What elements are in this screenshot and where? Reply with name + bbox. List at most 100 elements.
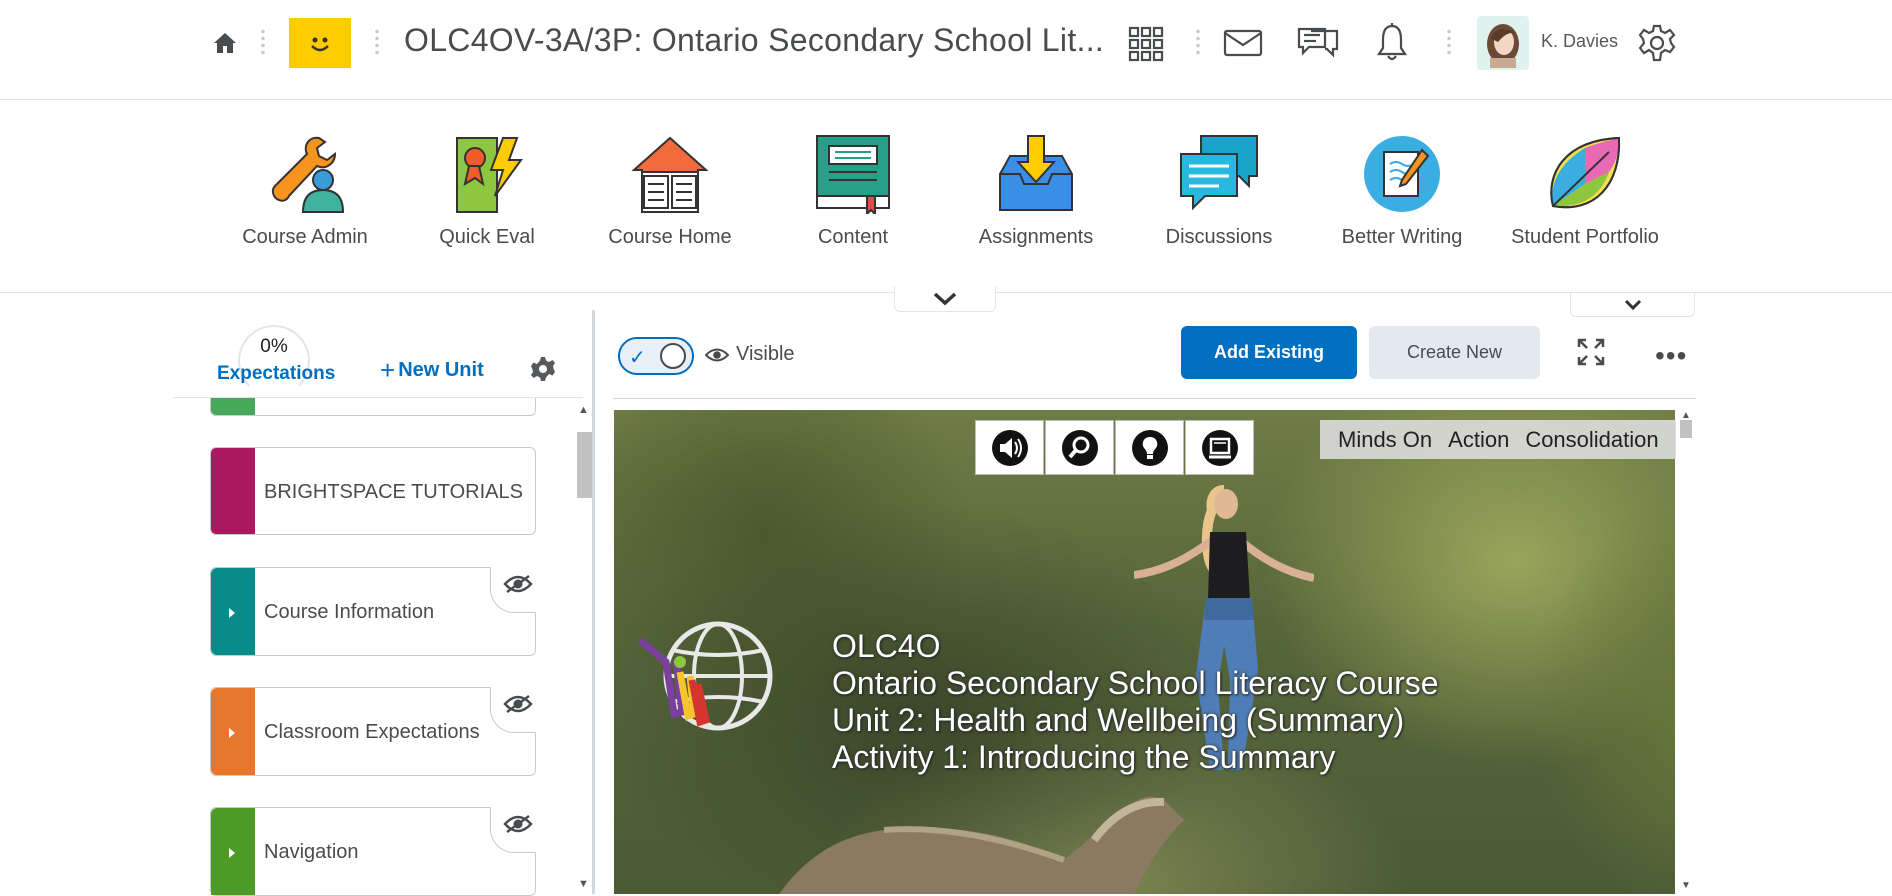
lesson-phase-nav: Minds On Action Consolidation bbox=[1320, 420, 1677, 459]
visibility-toggle[interactable]: ✓ bbox=[618, 337, 694, 375]
lesson-title: OLC4O Ontario Secondary School Literacy … bbox=[832, 628, 1439, 776]
navbar-collapse-toggle[interactable] bbox=[894, 286, 996, 312]
nav-course-admin[interactable]: Course Admin bbox=[220, 134, 390, 249]
avatar[interactable] bbox=[1477, 16, 1529, 70]
ribbon-lightning-icon bbox=[456, 137, 523, 213]
activity-name-text: Activity 1: Introducing the Summary bbox=[832, 739, 1336, 775]
globe-logo bbox=[637, 621, 773, 731]
speaker-icon bbox=[991, 429, 1028, 466]
scrollbar-thumb[interactable] bbox=[577, 432, 593, 498]
log-image bbox=[779, 796, 1184, 894]
unit-card-brightspace-tutorials[interactable]: BRIGHTSPACE TUTORIALS bbox=[210, 447, 536, 535]
chevron-down-icon bbox=[933, 292, 957, 305]
lightbulb-icon bbox=[1131, 429, 1168, 466]
org-logo[interactable] bbox=[289, 18, 351, 68]
nav-label: Student Portfolio bbox=[1511, 226, 1659, 248]
audio-button[interactable] bbox=[975, 420, 1044, 475]
eye-slash-icon[interactable] bbox=[503, 574, 533, 599]
unit-name-text: Unit 2: Health and Wellbeing (Summary) bbox=[832, 702, 1405, 738]
course-navbar: Course Admin Quick Eval Course Home Cont… bbox=[0, 100, 1892, 293]
nav-quick-eval[interactable]: Quick Eval bbox=[402, 134, 572, 249]
expand-arrow-icon[interactable] bbox=[229, 608, 235, 618]
visibility-status: Visible bbox=[705, 343, 795, 366]
wrench-person-icon bbox=[271, 136, 345, 213]
mail-icon[interactable] bbox=[1222, 28, 1264, 58]
unit-title: Course Information bbox=[264, 601, 435, 623]
username[interactable]: K. Davies bbox=[1541, 31, 1618, 52]
apps-grid-icon[interactable] bbox=[1126, 24, 1166, 64]
nav-label: Assignments bbox=[978, 226, 1094, 248]
chevron-down-icon bbox=[1624, 299, 1641, 310]
unit-title: Classroom Expectations bbox=[264, 721, 480, 743]
chat-bubbles-icon bbox=[1180, 135, 1258, 211]
nav-content[interactable]: Content bbox=[768, 134, 938, 249]
nav-course-home[interactable]: Course Home bbox=[585, 134, 755, 249]
unit-title: BRIGHTSPACE TUTORIALS bbox=[264, 481, 523, 503]
expectations-link[interactable]: Expectations bbox=[217, 363, 335, 385]
nav-student-portfolio[interactable]: Student Portfolio bbox=[1500, 134, 1670, 249]
unit-card-navigation[interactable]: Navigation bbox=[210, 807, 536, 896]
tip-button[interactable] bbox=[1115, 420, 1184, 475]
expand-arrow-icon[interactable] bbox=[229, 848, 235, 858]
search-button[interactable] bbox=[1045, 420, 1114, 475]
plus-icon: + bbox=[380, 355, 396, 385]
house-book-icon bbox=[631, 136, 709, 213]
add-existing-button[interactable]: Add Existing bbox=[1181, 326, 1357, 379]
panel-settings-gear-icon[interactable] bbox=[530, 356, 556, 387]
settings-gear-icon[interactable] bbox=[1637, 23, 1677, 63]
unit-card-classroom-expectations[interactable]: Classroom Expectations bbox=[210, 687, 536, 776]
course-code-text: OLC4O bbox=[832, 628, 941, 664]
inbox-arrow-icon bbox=[999, 135, 1073, 211]
eye-slash-icon[interactable] bbox=[503, 694, 533, 719]
course-title[interactable]: OLC4OV-3A/3P: Ontario Secondary School L… bbox=[404, 22, 1104, 59]
eye-slash-icon[interactable] bbox=[503, 814, 533, 839]
check-icon: ✓ bbox=[629, 347, 646, 369]
nav-label: Discussions bbox=[1165, 226, 1273, 248]
create-new-button[interactable]: Create New bbox=[1369, 326, 1540, 379]
separator bbox=[261, 28, 265, 58]
eye-icon bbox=[705, 348, 729, 361]
phase-consolidation[interactable]: Consolidation bbox=[1525, 427, 1658, 453]
unit-color-bar bbox=[211, 398, 255, 415]
frame-scrollbar[interactable]: ▲ ▼ bbox=[1676, 410, 1696, 894]
nav-discussions[interactable]: Discussions bbox=[1134, 134, 1304, 249]
progress-percent: 0% bbox=[260, 336, 288, 357]
fullscreen-icon[interactable] bbox=[1577, 338, 1605, 371]
visible-label: Visible bbox=[736, 343, 795, 365]
new-unit-button[interactable]: + New Unit bbox=[380, 355, 484, 386]
separator bbox=[375, 28, 379, 58]
chat-icon[interactable] bbox=[1296, 22, 1340, 62]
home-icon[interactable] bbox=[210, 28, 240, 58]
top-navbar: OLC4OV-3A/3P: Ontario Secondary School L… bbox=[0, 0, 1892, 100]
nav-better-writing[interactable]: Better Writing bbox=[1317, 134, 1487, 249]
notepad-pen-icon bbox=[1364, 136, 1440, 212]
book-icon bbox=[816, 135, 890, 214]
nav-assignments[interactable]: Assignments bbox=[951, 134, 1121, 249]
unit-card-partial[interactable] bbox=[210, 398, 536, 416]
scroll-down-arrow[interactable]: ▼ bbox=[1681, 880, 1691, 891]
phase-action[interactable]: Action bbox=[1448, 427, 1509, 453]
unit-title: Navigation bbox=[264, 841, 359, 863]
course-name-text: Ontario Secondary School Literacy Course bbox=[832, 665, 1439, 701]
more-options-icon[interactable]: ••• bbox=[1655, 340, 1687, 372]
panel-resize-handle[interactable] bbox=[592, 310, 595, 894]
unit-card-course-information[interactable]: Course Information bbox=[210, 567, 536, 656]
nav-label: Course Admin bbox=[242, 226, 368, 248]
bell-icon[interactable] bbox=[1374, 22, 1410, 62]
scroll-up-arrow[interactable]: ▲ bbox=[578, 404, 589, 416]
lesson-banner: OLC4O Ontario Secondary School Literacy … bbox=[614, 410, 1675, 894]
expand-arrow-icon[interactable] bbox=[229, 728, 235, 738]
separator bbox=[1447, 28, 1451, 58]
accessibility-tools bbox=[975, 420, 1255, 475]
separator bbox=[1196, 28, 1200, 58]
scrollbar-thumb[interactable] bbox=[1680, 420, 1692, 438]
new-unit-label: New Unit bbox=[398, 359, 484, 381]
monitor-icon bbox=[1201, 429, 1238, 466]
nav-label: Quick Eval bbox=[439, 226, 535, 248]
nav-label: Better Writing bbox=[1341, 226, 1463, 248]
phase-minds-on[interactable]: Minds On bbox=[1338, 427, 1432, 453]
presentation-button[interactable] bbox=[1185, 420, 1254, 475]
scroll-down-arrow[interactable]: ▼ bbox=[578, 878, 589, 890]
header-collapse-toggle[interactable] bbox=[1570, 293, 1695, 317]
smiley-icon bbox=[311, 37, 329, 52]
